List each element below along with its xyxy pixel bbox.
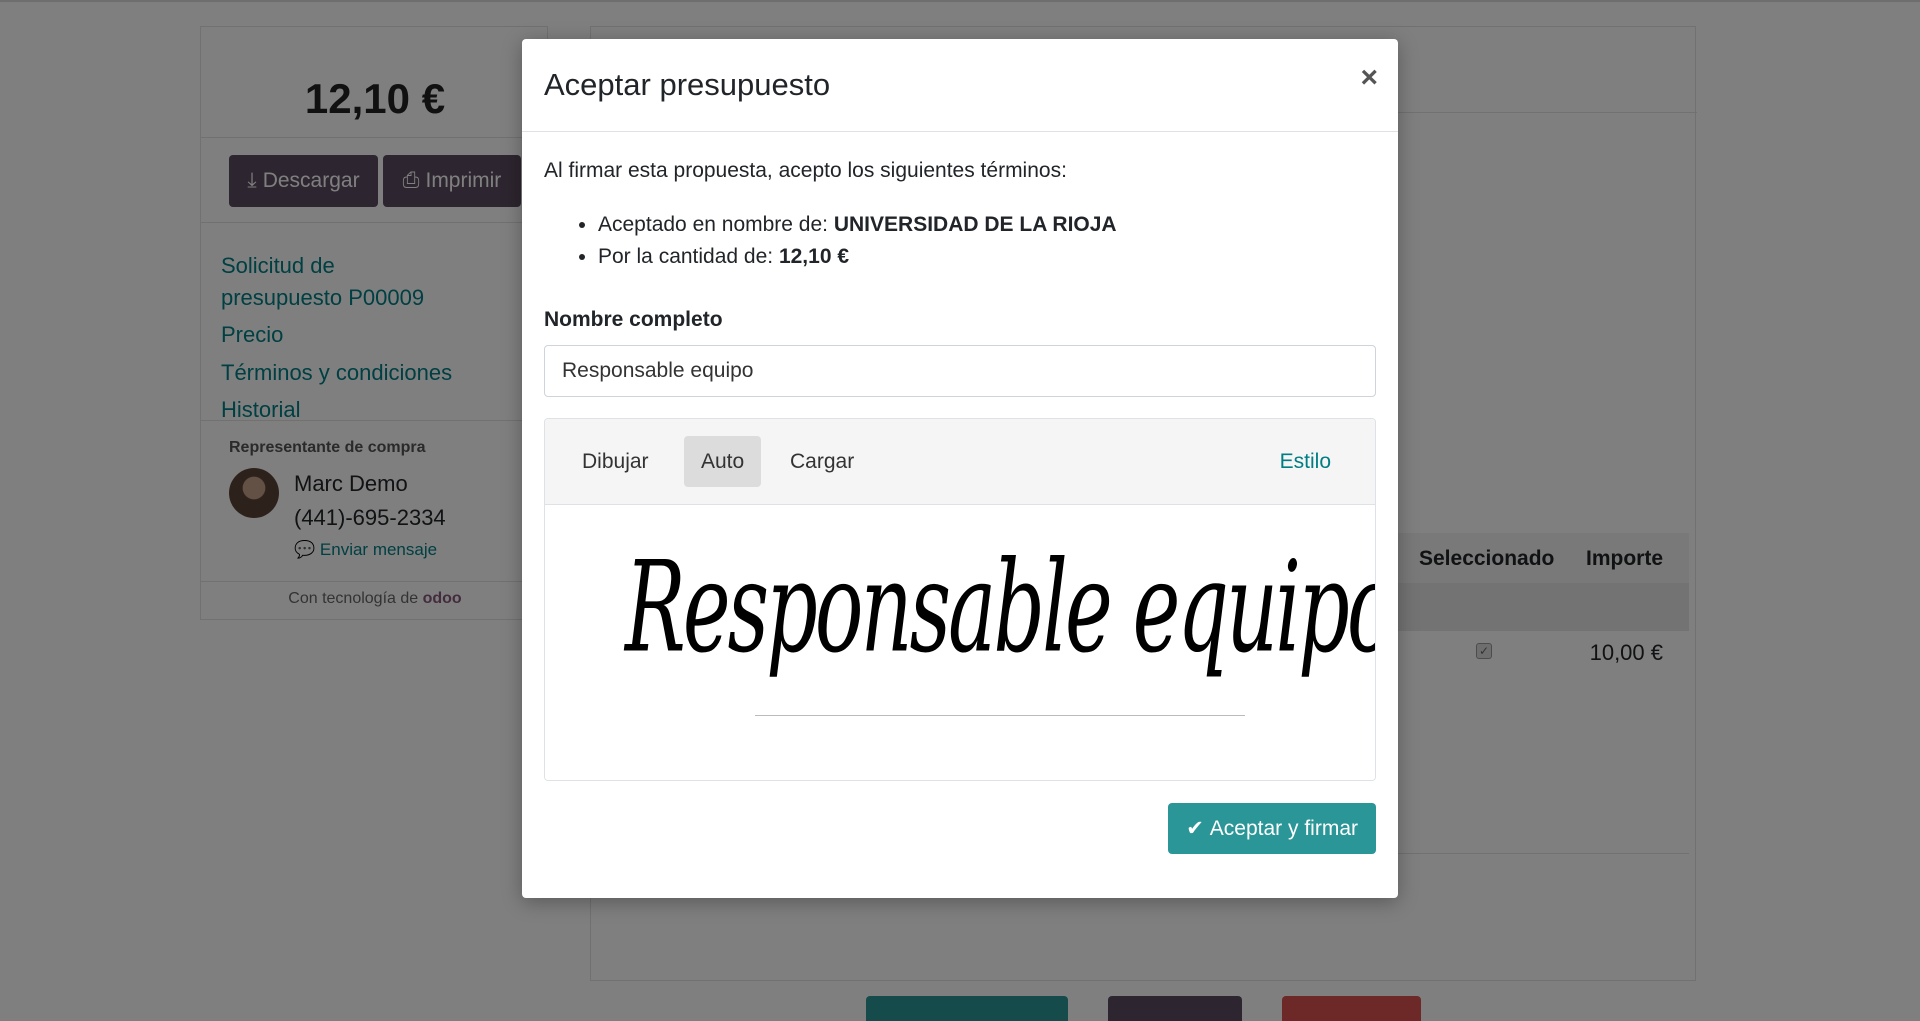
signature-baseline (755, 715, 1245, 716)
signature-box: Dibujar Auto Cargar Estilo Responsable e… (544, 418, 1376, 781)
signature-preview: Responsable equipo (625, 535, 1376, 681)
term-value: UNIVERSIDAD DE LA RIOJA (833, 213, 1117, 236)
modal-title: Aceptar presupuesto (544, 67, 831, 102)
full-name-input[interactable] (544, 345, 1376, 397)
tab-upload[interactable]: Cargar (773, 436, 871, 487)
term-on-behalf: Aceptado en nombre de: UNIVERSIDAD DE LA… (598, 209, 1117, 241)
full-name-label: Nombre completo (544, 308, 723, 331)
accept-quote-modal: Aceptar presupuesto × Al firmar esta pro… (522, 39, 1398, 898)
close-icon[interactable]: × (1360, 61, 1378, 95)
style-link[interactable]: Estilo (1280, 436, 1331, 487)
term-label: Aceptado en nombre de: (598, 213, 834, 236)
terms-intro: Al firmar esta propuesta, acepto los sig… (544, 159, 1067, 182)
check-icon: ✔ (1186, 817, 1204, 840)
term-amount: Por la cantidad de: 12,10 € (598, 241, 1117, 273)
accept-sign-button[interactable]: ✔ Aceptar y firmar (1168, 803, 1376, 854)
terms-list: Aceptado en nombre de: UNIVERSIDAD DE LA… (566, 209, 1117, 273)
term-label: Por la cantidad de: (598, 245, 779, 268)
signature-canvas[interactable]: Responsable equipo (545, 505, 1375, 780)
signature-mode-bar: Dibujar Auto Cargar Estilo (545, 419, 1375, 505)
modal-header: Aceptar presupuesto × (522, 39, 1398, 132)
accept-sign-label: Aceptar y firmar (1209, 817, 1358, 840)
term-value: 12,10 € (778, 245, 850, 268)
tab-auto[interactable]: Auto (684, 436, 762, 487)
tab-draw[interactable]: Dibujar (565, 436, 666, 487)
